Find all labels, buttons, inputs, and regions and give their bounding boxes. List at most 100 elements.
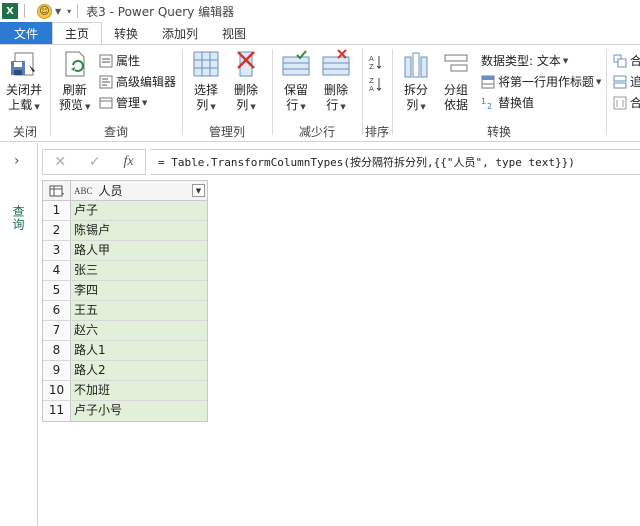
manage-icon <box>99 96 113 110</box>
row-number[interactable]: 3 <box>43 241 71 260</box>
properties-button[interactable]: 属性 <box>99 51 140 70</box>
close-and-load-button[interactable]: 关闭并 上载 ▼ <box>6 49 42 115</box>
smiley-feedback-icon[interactable]: ☺ <box>37 3 52 19</box>
title-bar: X ☺ ▼ ▾ 表3 - Power Query 编辑器 <box>0 0 640 22</box>
svg-text:Z: Z <box>369 63 374 70</box>
grid-header: ABC 人员 ▼ <box>43 181 207 201</box>
split-column-label: 拆分 <box>403 83 428 97</box>
tab-file[interactable]: 文件 <box>0 22 52 44</box>
use-first-row-as-headers-button[interactable]: 将第一行用作标题 ▼ <box>481 72 601 91</box>
remove-rows-button[interactable]: 删除 行 ▼ <box>321 49 351 115</box>
table-cell[interactable]: 张三 <box>71 261 207 280</box>
table-row: 5 李四 <box>43 281 207 301</box>
table-cell[interactable]: 不加班 <box>71 381 207 400</box>
append-queries-button[interactable]: 追 <box>613 72 640 91</box>
group-label-reduce-rows: 减少行 <box>298 125 335 139</box>
manage-button[interactable]: 管理 ▼ <box>99 93 147 112</box>
quick-access-dropdown-icon[interactable]: ▼ <box>55 7 61 16</box>
tab-view[interactable]: 视图 <box>210 22 258 44</box>
table-icon <box>49 185 64 196</box>
data-type-label: 数据类型: 文本 <box>481 54 561 68</box>
advanced-editor-button[interactable]: 高级编辑器 <box>99 72 176 91</box>
keep-rows-icon <box>281 49 311 79</box>
choose-columns-button[interactable]: 选择 列 ▼ <box>191 49 221 115</box>
combine-files-icon <box>613 96 627 110</box>
table-cell[interactable]: 卢子 <box>71 201 207 220</box>
table-cell[interactable]: 陈锡卢 <box>71 221 207 240</box>
row-number[interactable]: 6 <box>43 301 71 320</box>
confirm-formula-icon[interactable]: ✓ <box>89 154 101 170</box>
filter-dropdown-icon[interactable]: ▼ <box>192 184 205 197</box>
tab-home[interactable]: 主页 <box>52 22 103 45</box>
merge-queries-button[interactable]: 合 <box>613 51 640 70</box>
chevron-down-icon: ▼ <box>340 103 346 111</box>
table-menu-button[interactable] <box>43 181 71 200</box>
append-icon <box>613 75 627 89</box>
sort-descending-button[interactable]: ZA <box>369 73 386 93</box>
table-cell[interactable]: 赵六 <box>71 321 207 340</box>
remove-columns-label: 删除 <box>233 83 258 97</box>
remove-rows-label: 删除 <box>323 83 348 97</box>
tab-add-column[interactable]: 添加列 <box>150 22 210 44</box>
advanced-editor-icon <box>99 75 113 89</box>
save-close-icon <box>9 49 39 79</box>
combine-files-button[interactable]: 合 <box>613 93 640 112</box>
formula-input[interactable]: = Table.TransformColumnTypes(按分隔符拆分列,{{"… <box>150 149 640 175</box>
chevron-down-icon: ▼ <box>210 103 216 111</box>
tab-transform[interactable]: 转换 <box>102 22 150 44</box>
advanced-editor-label: 高级编辑器 <box>116 75 177 89</box>
group-reduce-rows: 保留 行 ▼ 删除 行 ▼ 减少行 <box>273 45 361 142</box>
refresh-preview-button[interactable]: 刷新 预览 ▼ <box>59 49 90 115</box>
table-cell[interactable]: 卢子小号 <box>71 401 207 421</box>
table-row: 4 张三 <box>43 261 207 281</box>
group-label-sort: 排序 <box>364 125 389 139</box>
row-number[interactable]: 5 <box>43 281 71 300</box>
sort-ascending-button[interactable]: AZ <box>369 51 386 71</box>
replace-values-button[interactable]: 12 替换值 <box>481 93 534 112</box>
split-column-button[interactable]: 拆分 列 ▼ <box>401 49 431 115</box>
close-and-load-label: 关闭并 <box>6 83 43 97</box>
row-number[interactable]: 4 <box>43 261 71 280</box>
divider <box>24 4 25 18</box>
remove-columns-button[interactable]: 删除 列 ▼ <box>231 49 261 115</box>
row-number[interactable]: 11 <box>43 401 71 421</box>
queries-pane-label[interactable]: 查询 <box>10 205 27 231</box>
table-row: 7 赵六 <box>43 321 207 341</box>
row-number[interactable]: 9 <box>43 361 71 380</box>
row-number[interactable]: 1 <box>43 201 71 220</box>
svg-text:A: A <box>369 85 374 92</box>
use-first-row-label: 将第一行用作标题 <box>498 75 595 89</box>
chevron-right-icon[interactable]: › <box>14 153 20 169</box>
group-by-button[interactable]: 分组 依据 <box>441 49 471 113</box>
ribbon-tabs: 文件 主页 转换 添加列 视图 <box>0 22 640 45</box>
queries-pane: › 查询 <box>0 143 38 526</box>
table-cell[interactable]: 王五 <box>71 301 207 320</box>
row-number[interactable]: 7 <box>43 321 71 340</box>
row-number[interactable]: 2 <box>43 221 71 240</box>
text-type-icon[interactable]: ABC <box>74 186 93 196</box>
keep-rows-button[interactable]: 保留 行 ▼ <box>281 49 311 115</box>
row-number[interactable]: 8 <box>43 341 71 360</box>
chevron-down-icon: ▼ <box>300 103 306 111</box>
table-cell[interactable]: 路人2 <box>71 361 207 380</box>
divider <box>77 4 79 18</box>
table-row: 9 路人2 <box>43 361 207 381</box>
grid-body: 1 卢子 2 陈锡卢 3 路人甲 4 张三 5 李四 6 王五 7 赵六 8 路 <box>43 201 207 421</box>
table-cell[interactable]: 路人1 <box>71 341 207 360</box>
svg-text:1: 1 <box>481 97 486 106</box>
group-label-query: 查询 <box>103 125 128 139</box>
group-by-label: 分组 <box>443 83 468 97</box>
fx-icon[interactable]: fx <box>123 154 133 170</box>
table-cell[interactable]: 路人甲 <box>71 241 207 260</box>
replace-values-icon: 12 <box>481 96 495 111</box>
table-cell[interactable]: 李四 <box>71 281 207 300</box>
svg-text:A: A <box>369 55 374 63</box>
ribbon: 关闭并 上载 ▼ 关闭 刷新 预览 ▼ 属性 高级编辑器 管理 ▼ 查询 选择 … <box>0 44 640 142</box>
group-close: 关闭并 上载 ▼ 关闭 <box>0 45 50 142</box>
customize-toolbar-icon[interactable]: ▾ <box>67 7 71 16</box>
row-number[interactable]: 10 <box>43 381 71 400</box>
cancel-formula-icon[interactable]: ✕ <box>54 154 66 170</box>
data-type-dropdown[interactable]: 数据类型: 文本 ▼ <box>481 51 568 70</box>
data-grid: ABC 人员 ▼ 1 卢子 2 陈锡卢 3 路人甲 4 张三 5 李四 6 王五 <box>42 180 208 422</box>
column-header-people[interactable]: ABC 人员 ▼ <box>71 181 207 200</box>
